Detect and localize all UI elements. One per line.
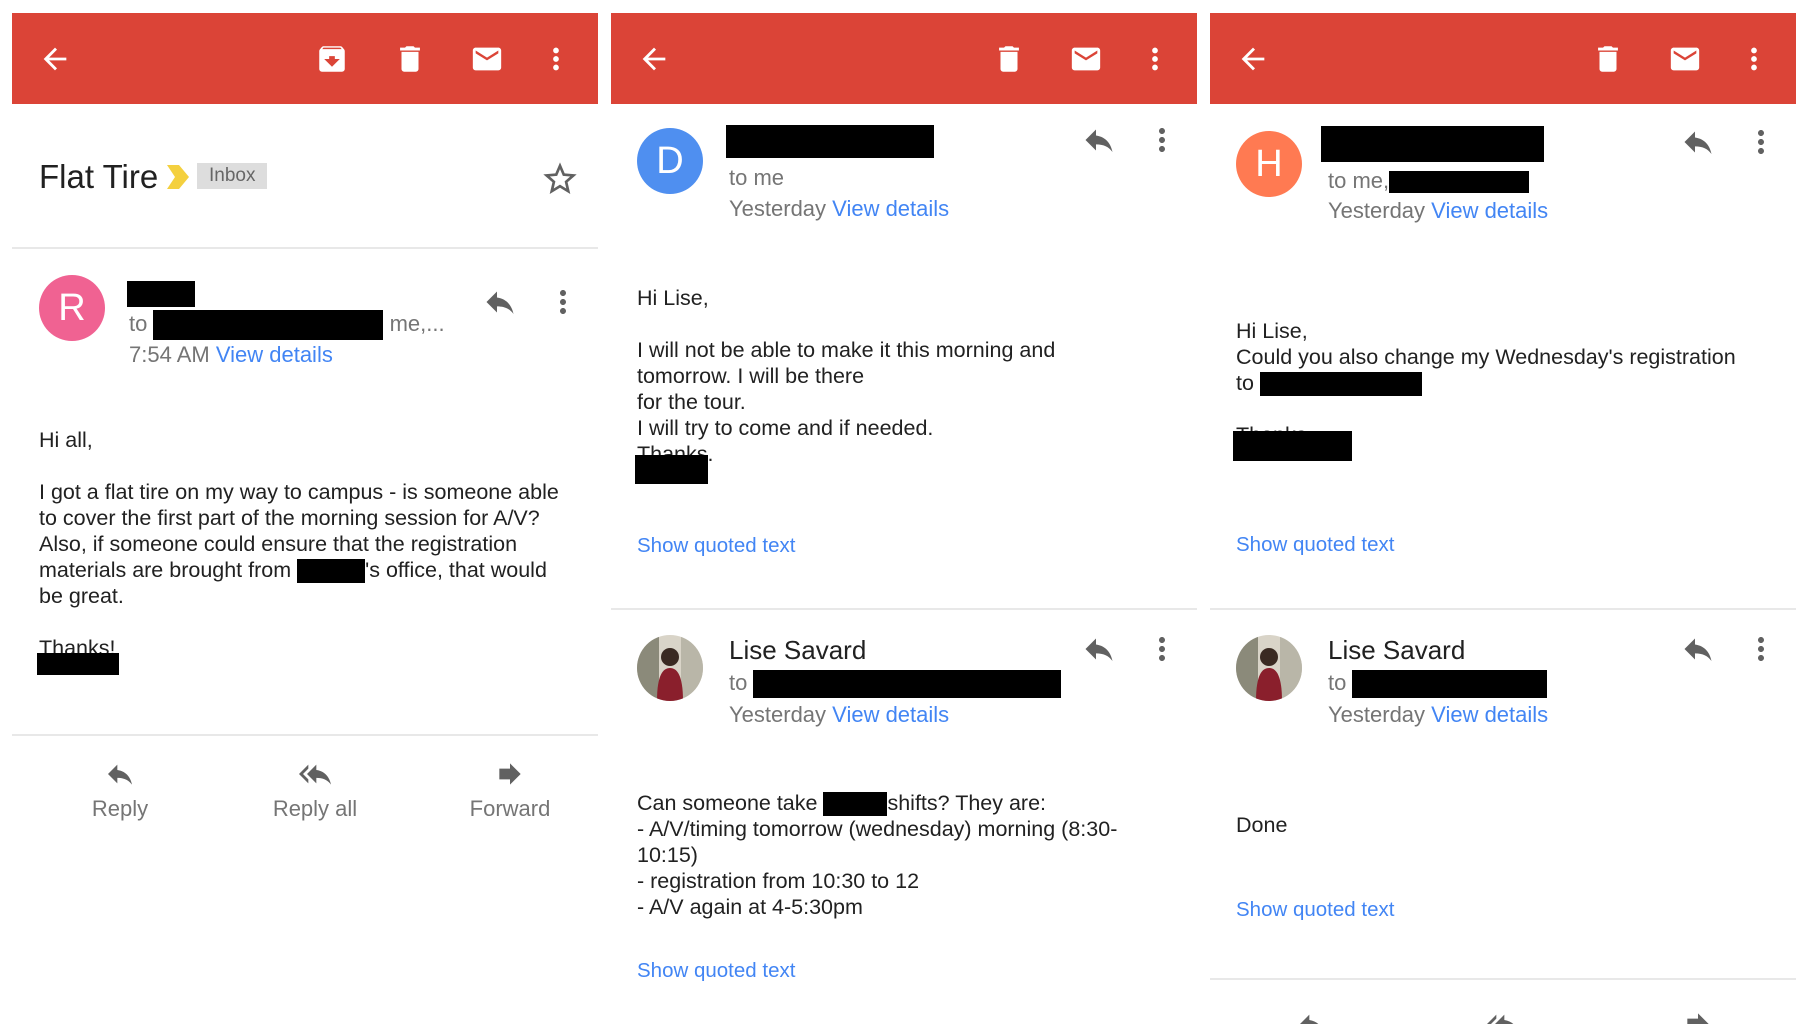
time-line: Yesterday View details: [729, 702, 950, 727]
message-body: Hi all, I got a flat tire on my way to c…: [39, 428, 559, 660]
recipients-line[interactable]: to me,: [1328, 168, 1530, 194]
show-quoted-text-link[interactable]: Show quoted text: [1236, 533, 1394, 557]
message-more-icon[interactable]: [1144, 122, 1180, 158]
redacted-recipients: [1352, 670, 1548, 699]
avatar[interactable]: D: [637, 128, 703, 194]
message-body: Hi Lise, I will not be able to make it t…: [637, 286, 1056, 466]
avatar[interactable]: H: [1236, 131, 1302, 197]
forward-button[interactable]: Forward: [445, 758, 575, 822]
forward-icon[interactable]: [1680, 1008, 1716, 1024]
message-body: Can someone take shifts? They are: - A/V…: [637, 791, 1118, 919]
reply-icon[interactable]: [1081, 631, 1117, 667]
recipients-line[interactable]: to me: [729, 165, 784, 191]
sender-name: Lise Savard: [1328, 635, 1466, 665]
app-toolbar: [1210, 13, 1796, 104]
message-body: Done: [1236, 813, 1288, 837]
time-line: 7:54 AM View details: [129, 342, 333, 367]
app-toolbar: [611, 13, 1197, 104]
message-more-icon[interactable]: [1743, 631, 1779, 667]
redacted-recipients: [1389, 171, 1530, 194]
redacted-name: [297, 559, 366, 584]
inbox-label-chip[interactable]: Inbox: [197, 163, 268, 189]
divider: [1210, 978, 1796, 980]
redacted-recipients: [753, 670, 1062, 699]
message-more-icon[interactable]: [1144, 631, 1180, 667]
reply-all-icon: [299, 764, 331, 785]
show-quoted-text-link[interactable]: Show quoted text: [637, 959, 795, 983]
view-details-link[interactable]: View details: [832, 702, 949, 727]
show-quoted-text-link[interactable]: Show quoted text: [1236, 898, 1394, 922]
divider: [611, 608, 1197, 610]
mark-unread-mail-icon[interactable]: [1066, 39, 1106, 79]
redacted-signature: [37, 653, 119, 675]
archive-icon[interactable]: [312, 39, 352, 79]
redacted-sender-name: [1321, 126, 1544, 162]
more-vert-icon[interactable]: [1734, 39, 1774, 79]
back-arrow-icon[interactable]: [634, 39, 674, 79]
forward-icon: [499, 763, 521, 785]
reply-icon[interactable]: [1294, 1008, 1330, 1024]
delete-icon[interactable]: [1588, 39, 1628, 79]
reply-icon[interactable]: [1081, 122, 1117, 158]
redacted-recipients: [153, 310, 384, 340]
back-arrow-icon[interactable]: [1233, 39, 1273, 79]
email-pane-1: Flat Tire Inbox R to me,... 7:54 AM View…: [12, 13, 598, 1024]
back-arrow-icon[interactable]: [35, 39, 75, 79]
redacted-name: [1259, 372, 1422, 397]
delete-icon[interactable]: [390, 39, 430, 79]
recipients-line[interactable]: to me,...: [129, 310, 445, 340]
reply-icon[interactable]: [482, 284, 518, 320]
app-toolbar: [12, 13, 598, 104]
reply-button[interactable]: Reply: [55, 758, 185, 822]
message-more-icon[interactable]: [545, 284, 581, 320]
reply-icon[interactable]: [1680, 124, 1716, 160]
view-details-link[interactable]: View details: [832, 196, 949, 221]
redacted-signature: [1233, 431, 1352, 461]
recipients-line[interactable]: to: [1328, 670, 1548, 699]
view-details-link[interactable]: View details: [216, 342, 333, 367]
sender-name: Lise Savard: [729, 635, 867, 665]
message-body: Hi Lise, Could you also change my Wednes…: [1236, 319, 1736, 447]
redacted-sender-name: [726, 125, 934, 158]
avatar-photo[interactable]: [1236, 635, 1302, 701]
email-pane-3: H to me, Yesterday View details Hi Lise,…: [1210, 13, 1796, 1024]
more-vert-icon[interactable]: [1135, 39, 1175, 79]
recipients-line[interactable]: to: [729, 670, 1062, 699]
time-line: Yesterday View details: [1328, 702, 1549, 727]
star-icon[interactable]: [540, 159, 580, 199]
reply-icon[interactable]: [1680, 631, 1716, 667]
reply-all-button[interactable]: Reply all: [250, 758, 380, 822]
divider: [12, 734, 598, 736]
email-pane-2: D to me Yesterday View details Hi Lise, …: [611, 13, 1197, 1024]
redacted-signature: [635, 455, 708, 484]
time-line: Yesterday View details: [729, 196, 950, 221]
show-quoted-text-link[interactable]: Show quoted text: [637, 534, 795, 558]
redacted-name: [823, 792, 888, 817]
mark-unread-mail-icon[interactable]: [467, 39, 507, 79]
importance-marker-icon[interactable]: [167, 165, 189, 189]
reply-icon: [108, 764, 132, 785]
delete-icon[interactable]: [989, 39, 1029, 79]
divider: [12, 247, 598, 249]
more-vert-icon[interactable]: [536, 39, 576, 79]
message-more-icon[interactable]: [1743, 124, 1779, 160]
time-line: Yesterday View details: [1328, 198, 1549, 223]
divider: [1210, 608, 1796, 610]
redacted-sender-name: [127, 281, 195, 307]
avatar-photo[interactable]: [637, 635, 703, 701]
mark-unread-mail-icon[interactable]: [1665, 39, 1705, 79]
view-details-link[interactable]: View details: [1431, 702, 1548, 727]
email-subject: Flat Tire: [39, 158, 159, 195]
reply-all-icon[interactable]: [1485, 1008, 1521, 1024]
avatar[interactable]: R: [39, 275, 105, 341]
view-details-link[interactable]: View details: [1431, 198, 1548, 223]
